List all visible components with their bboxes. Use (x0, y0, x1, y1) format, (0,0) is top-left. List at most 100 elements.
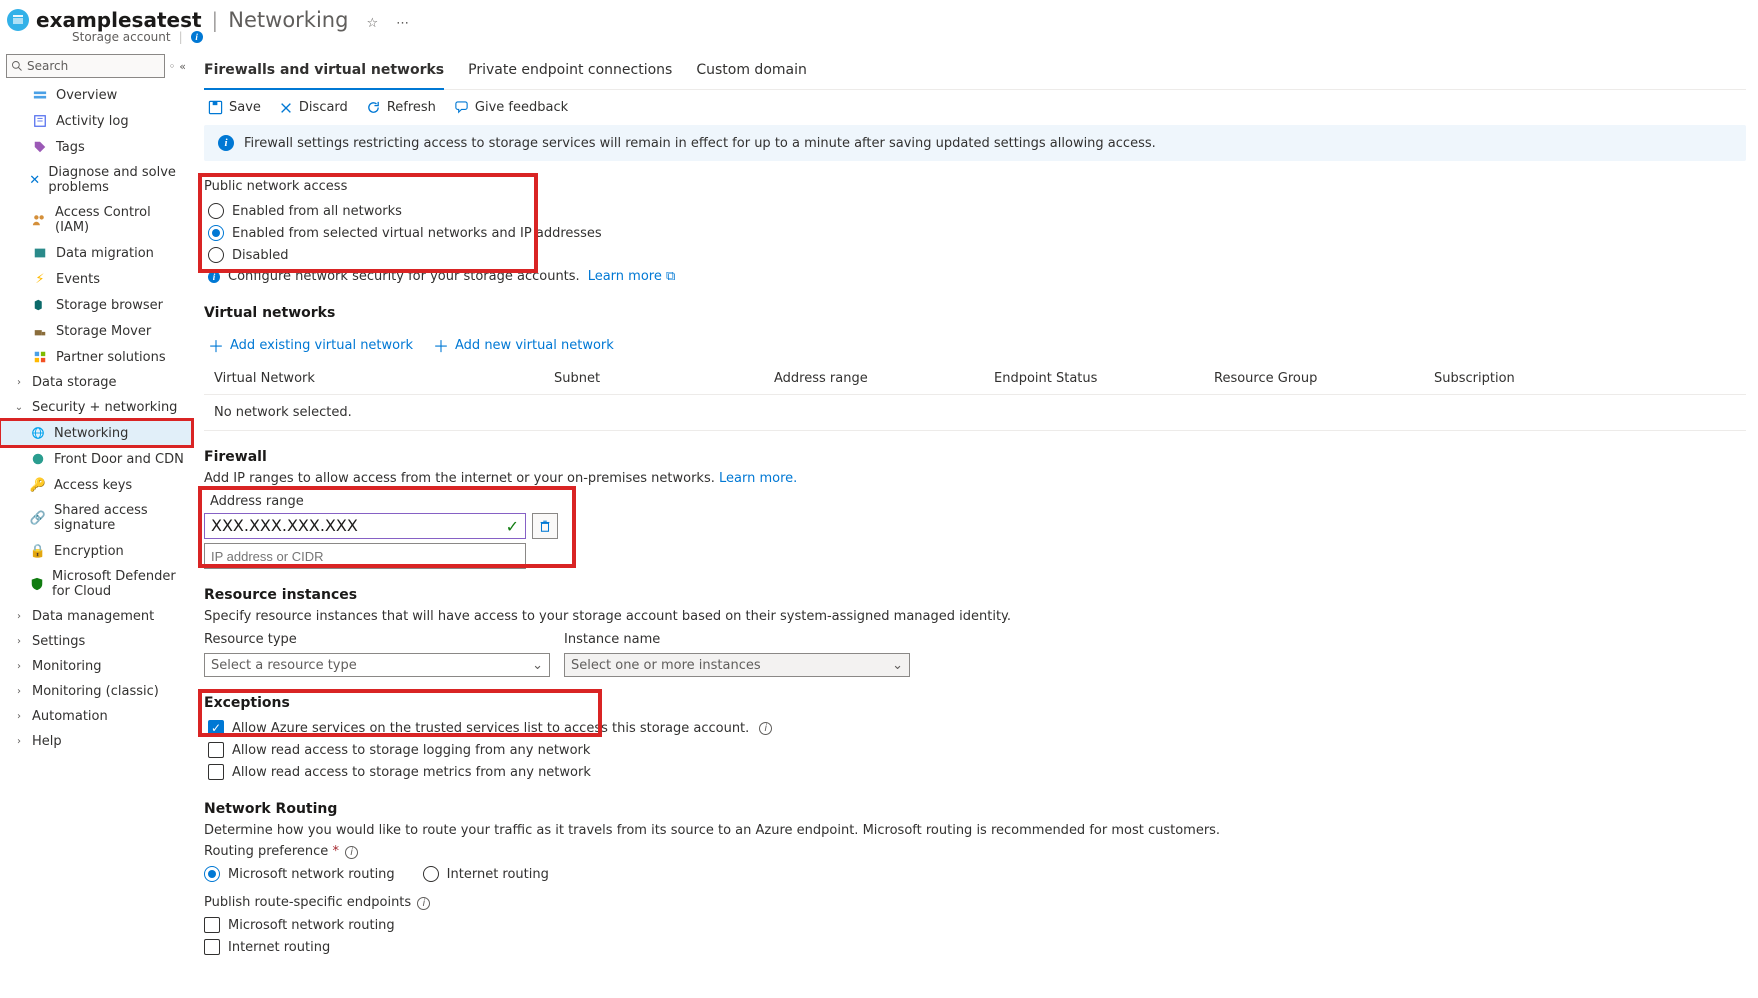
feedback-button[interactable]: Give feedback (454, 100, 568, 115)
mover-icon (32, 323, 48, 339)
iam-icon (32, 212, 47, 228)
nr-p1-label: Microsoft network routing (228, 918, 395, 933)
sidebar-item-events[interactable]: ⚡Events (0, 266, 192, 292)
sidebar-item-label: Encryption (54, 544, 124, 559)
sidebar-item-diagnose-and-solve-problems[interactable]: ✕Diagnose and solve problems (0, 160, 192, 200)
overview-icon (32, 87, 48, 103)
sidebar-item-label: Storage Mover (56, 324, 151, 339)
sidebar-group-automation[interactable]: ›Automation (0, 704, 192, 729)
sidebar-item-partner-solutions[interactable]: Partner solutions (0, 344, 192, 370)
partner-icon (32, 349, 48, 365)
sidebar-item-access-control-iam-[interactable]: Access Control (IAM) (0, 200, 192, 240)
nr-pub-ms-checkbox[interactable]: Microsoft network routing (204, 914, 1746, 936)
help-icon[interactable]: i (345, 846, 358, 859)
sidebar-group-data-management[interactable]: ›Data management (0, 604, 192, 629)
ip-input-filled[interactable]: XXX.XXX.XXX.XXX ✓ (204, 513, 526, 539)
pna-learn-more-link[interactable]: Learn more ⧉ (588, 269, 676, 284)
col-subnet: Subnet (554, 371, 774, 386)
tab-firewalls[interactable]: Firewalls and virtual networks (204, 54, 444, 90)
cdn-icon (30, 451, 46, 467)
refresh-icon (366, 100, 381, 115)
favorite-icon[interactable]: ☆ (366, 16, 378, 31)
save-button[interactable]: Save (208, 100, 261, 115)
sidebar-group-monitoring[interactable]: › Monitoring (0, 654, 192, 679)
sidebar-item-storage-browser[interactable]: Storage browser (0, 292, 192, 318)
ip-input-new[interactable] (204, 543, 526, 569)
exc-trusted-checkbox[interactable]: Allow Azure services on the trusted serv… (204, 717, 1746, 739)
sidebar-search[interactable]: Search (6, 54, 165, 78)
ri-type-ph: Select a resource type (211, 658, 357, 673)
col-address-range: Address range (774, 371, 994, 386)
collapse-all-icon[interactable]: « (179, 60, 186, 73)
sidebar-item-overview[interactable]: Overview (0, 82, 192, 108)
sidebar-item-networking[interactable]: Networking (0, 420, 192, 446)
pna-option-selected[interactable]: Enabled from selected virtual networks a… (204, 222, 1746, 244)
pna-option-all[interactable]: Enabled from all networks (204, 200, 1746, 222)
help-icon[interactable]: i (417, 897, 430, 910)
tab-custom-domain[interactable]: Custom domain (696, 54, 807, 89)
pna-option-disabled[interactable]: Disabled (204, 244, 1746, 266)
sidebar-item-encryption[interactable]: 🔒Encryption (0, 538, 192, 564)
help-icon[interactable]: i (759, 722, 772, 735)
keys-icon: 🔑 (30, 477, 46, 493)
sidebar-item-access-keys[interactable]: 🔑Access keys (0, 472, 192, 498)
sidebar-group-label: Monitoring (32, 659, 102, 674)
exc-heading: Exceptions (204, 695, 1746, 711)
sidebar-item-tags[interactable]: Tags (0, 134, 192, 160)
discard-button[interactable]: Discard (279, 100, 348, 115)
chevron-right-icon: › (14, 736, 24, 747)
sidebar-group-monitoring-classic-[interactable]: ›Monitoring (classic) (0, 679, 192, 704)
exc-logging-checkbox[interactable]: Allow read access to storage logging fro… (204, 739, 1746, 761)
save-label: Save (229, 100, 261, 115)
sidebar-item-front-door-and-cdn[interactable]: Front Door and CDN (0, 446, 192, 472)
sidebar-item-data-migration[interactable]: Data migration (0, 240, 192, 266)
search-placeholder: Search (27, 59, 68, 73)
delete-ip-button[interactable] (532, 513, 558, 539)
nr-pub-internet-checkbox[interactable]: Internet routing (204, 936, 1746, 958)
firewall-col: Address range (210, 494, 1746, 509)
nr-pub-label: Publish route-specific endpoints (204, 895, 411, 910)
sidebar-group-security-networking[interactable]: ⌄Security + networking (0, 395, 192, 420)
resource-type-select[interactable]: Select a resource type ⌄ (204, 653, 550, 677)
discard-icon (279, 101, 293, 115)
sidebar-item-label: Networking (54, 426, 128, 441)
sidebar-item-label: Partner solutions (56, 350, 166, 365)
def-icon (30, 576, 44, 592)
chevron-right-icon: › (14, 661, 24, 672)
sidebar-item-microsoft-defender-for-cloud[interactable]: Microsoft Defender for Cloud (0, 564, 192, 604)
info-banner: i Firewall settings restricting access t… (204, 125, 1746, 161)
nr-internet-routing-radio[interactable]: Internet routing (419, 863, 553, 885)
sidebar-item-label: Events (56, 272, 100, 287)
radio-icon (204, 866, 220, 882)
instance-name-select[interactable]: Select one or more instances ⌄ (564, 653, 910, 677)
info-icon[interactable]: i (191, 31, 203, 43)
tab-private-endpoints[interactable]: Private endpoint connections (468, 54, 672, 89)
nr-ms-routing-radio[interactable]: Microsoft network routing (204, 863, 399, 885)
log-icon (32, 113, 48, 129)
sidebar-item-label: Diagnose and solve problems (48, 165, 184, 195)
sidebar-group-settings[interactable]: ›Settings (0, 629, 192, 654)
more-icon[interactable]: ⋯ (396, 16, 409, 31)
nr-pref-label: Routing preference (204, 844, 328, 859)
add-existing-vnet-button[interactable]: ＋Add existing virtual network (208, 333, 413, 357)
title-separator: | (212, 8, 219, 32)
sidebar-group-help[interactable]: ›Help (0, 729, 192, 754)
exceptions-section: Exceptions Allow Azure services on the t… (204, 695, 1746, 783)
exc-metrics-checkbox[interactable]: Allow read access to storage metrics fro… (204, 761, 1746, 783)
check-icon: ✓ (506, 517, 519, 536)
sidebar-group-label: Security + networking (32, 400, 177, 415)
sidebar-item-storage-mover[interactable]: Storage Mover (0, 318, 192, 344)
feedback-icon (454, 100, 469, 115)
add-new-vnet-button[interactable]: ＋Add new virtual network (433, 333, 614, 357)
radio-icon (208, 225, 224, 241)
sidebar-group-data-storage[interactable]: ›Data storage (0, 370, 192, 395)
sidebar-item-activity-log[interactable]: Activity log (0, 108, 192, 134)
sidebar-group-label: Data management (32, 609, 154, 624)
collapse-icon[interactable]: ◦ (169, 60, 176, 73)
firewall-learn-more-link[interactable]: Learn more. (719, 471, 797, 486)
sidebar-item-shared-access-signature[interactable]: 🔗Shared access signature (0, 498, 192, 538)
refresh-button[interactable]: Refresh (366, 100, 436, 115)
chevron-right-icon: › (14, 711, 24, 722)
learn-more-label: Learn more (588, 269, 662, 284)
add-existing-label: Add existing virtual network (230, 338, 413, 353)
